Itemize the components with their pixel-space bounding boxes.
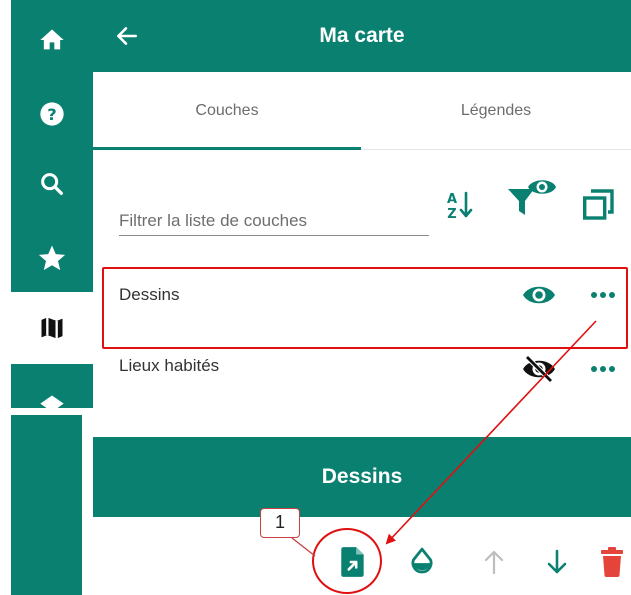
star-icon	[38, 245, 66, 271]
home-icon	[40, 29, 64, 50]
sort-button[interactable]: A Z	[439, 186, 479, 226]
svg-text:?: ?	[47, 105, 56, 124]
callout-label: 1	[260, 508, 300, 538]
move-down-button[interactable]	[537, 542, 577, 582]
layer-row-lieux-habites[interactable]: Lieux habités	[93, 348, 631, 408]
layers-icon	[40, 395, 64, 408]
layer-detail-title: Dessins	[321, 465, 403, 488]
active-tab-indicator	[93, 147, 361, 150]
filter-layers-input[interactable]	[119, 196, 429, 236]
highlight-box	[102, 267, 628, 349]
sort-az-icon: A Z	[447, 191, 473, 222]
filter-visible-icon	[508, 180, 556, 215]
sidebar-item-map[interactable]	[11, 292, 93, 364]
layer-style-button[interactable]	[402, 542, 442, 582]
page-title: Ma carte	[319, 24, 405, 47]
svg-text:Z: Z	[447, 207, 456, 222]
map-icon	[41, 317, 63, 339]
app-header: Ma carte	[93, 0, 631, 72]
delete-layer-button[interactable]	[592, 542, 631, 582]
delete-icon	[601, 547, 623, 577]
arrow-up-icon	[484, 550, 504, 575]
sidebar-item-home[interactable]	[11, 4, 93, 76]
move-up-button[interactable]	[474, 542, 514, 582]
svg-text:A: A	[447, 192, 457, 207]
eye-off-icon	[523, 355, 555, 383]
sidebar	[11, 415, 82, 595]
sidebar: ?	[11, 0, 93, 408]
tab-legendes[interactable]: Légendes	[361, 72, 631, 150]
toggle-visibility-button[interactable]	[519, 352, 559, 386]
more-horizontal-icon	[591, 366, 615, 372]
layer-name: Lieux habités	[119, 356, 220, 375]
arrow-down-icon	[547, 549, 567, 574]
layer-options-button[interactable]	[583, 354, 623, 384]
layer-detail-header: Dessins	[93, 437, 631, 517]
tab-couches[interactable]: Couches	[93, 72, 361, 150]
filter-visible-button[interactable]	[505, 172, 559, 220]
style-drop-icon	[411, 547, 433, 574]
sidebar-item-search[interactable]	[11, 148, 93, 220]
help-icon: ?	[40, 102, 64, 126]
sidebar-item-help[interactable]: ?	[11, 78, 93, 150]
search-icon	[41, 173, 63, 195]
tab-bar: Couches Légendes	[93, 72, 631, 150]
sidebar-item-layers[interactable]	[11, 370, 93, 408]
arrow-left-icon	[117, 27, 137, 45]
select-all-icon	[583, 189, 614, 220]
sidebar-item-favorites[interactable]	[11, 222, 93, 294]
select-all-button[interactable]	[577, 184, 619, 226]
back-button[interactable]	[109, 18, 145, 54]
callout-circle	[312, 528, 382, 594]
